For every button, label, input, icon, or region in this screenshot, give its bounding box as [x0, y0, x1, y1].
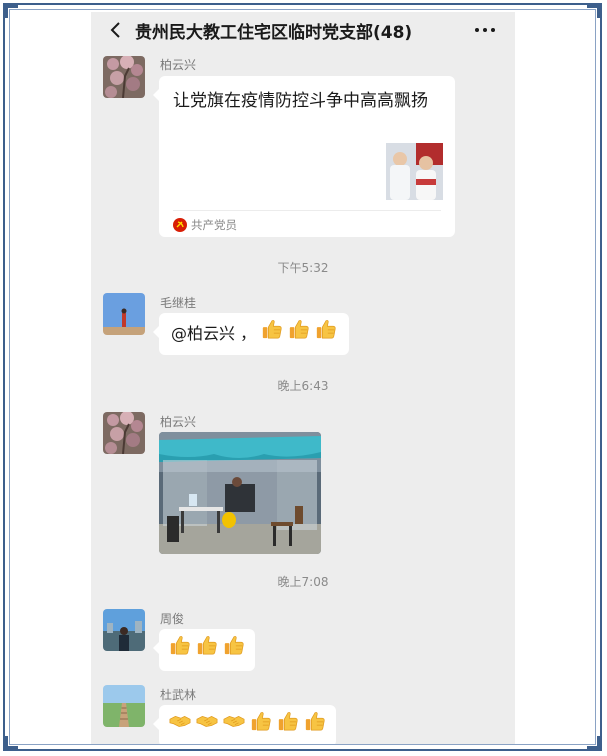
- avatar[interactable]: [103, 412, 145, 454]
- chat-screen: 贵州民大教工住宅区临时党支部(48) 柏云兴 让党旗在疫情防控斗争中高高飘扬 共…: [91, 12, 515, 744]
- text-message[interactable]: @柏云兴 ，: [152, 313, 350, 356]
- chat-title: 贵州民大教工住宅区临时党支部(48): [135, 23, 413, 43]
- handshake-icon: [169, 710, 191, 732]
- handshake-icon: [196, 710, 218, 732]
- timestamp: 下午5:32: [277, 261, 329, 275]
- sender-name: 毛继桂: [160, 296, 197, 310]
- sender-name: 周俊: [160, 612, 185, 626]
- more-dots-icon: [475, 28, 495, 32]
- emoji-message[interactable]: [152, 629, 256, 672]
- timestamp: 晚上7:08: [277, 575, 329, 589]
- handshake-icon: [223, 710, 245, 732]
- image-message[interactable]: [159, 432, 321, 554]
- emoji-group: [169, 706, 326, 745]
- city-portrait-avatar: [103, 609, 145, 651]
- timestamp: 晚上6:43: [277, 379, 329, 393]
- sender-name: 杜武林: [160, 688, 197, 702]
- thumbs-up-icon: [196, 634, 218, 656]
- thumbs-up-icon: [223, 634, 245, 656]
- link-card-source-label: 共产党员: [191, 218, 237, 232]
- blossom-tree-avatar: [103, 56, 145, 98]
- link-card-title: 让党旗在疫情防控斗争中高高飘扬: [173, 91, 428, 111]
- avatar[interactable]: [103, 293, 145, 335]
- sender-name: 柏云兴: [160, 415, 197, 429]
- thumbs-up-icon: [315, 318, 337, 340]
- avatar[interactable]: [103, 609, 145, 651]
- thumbs-up-icon: [304, 710, 326, 732]
- message-text: @柏云兴 ，: [171, 324, 257, 343]
- back-button[interactable]: [107, 21, 125, 39]
- chat-header: 贵州民大教工住宅区临时党支部(48): [91, 12, 515, 48]
- emoji-message[interactable]: [152, 705, 337, 745]
- emoji-group: [169, 630, 245, 672]
- card-divider: [173, 210, 441, 211]
- party-emblem-icon: [173, 218, 187, 232]
- thumbs-up-icon: [288, 318, 310, 340]
- thumbs-up-icon: [261, 318, 283, 340]
- sky-figure-avatar: [103, 293, 145, 335]
- chevron-left-icon: [110, 22, 120, 38]
- avatar[interactable]: [103, 56, 145, 98]
- thumbs-up-icon: [277, 710, 299, 732]
- more-options-button[interactable]: [473, 21, 497, 39]
- blossom-tree-avatar: [103, 412, 145, 454]
- emoji-group: [261, 314, 337, 356]
- link-card-message[interactable]: 让党旗在疫情防控斗争中高高飘扬 共产党员: [153, 76, 455, 237]
- link-card-thumbnail: [386, 143, 443, 200]
- avatar[interactable]: [103, 685, 145, 727]
- thumbs-up-icon: [169, 634, 191, 656]
- boardwalk-avatar: [103, 685, 145, 727]
- sender-name: 柏云兴: [160, 58, 197, 72]
- thumbs-up-icon: [250, 710, 272, 732]
- tent-photo: [159, 432, 321, 554]
